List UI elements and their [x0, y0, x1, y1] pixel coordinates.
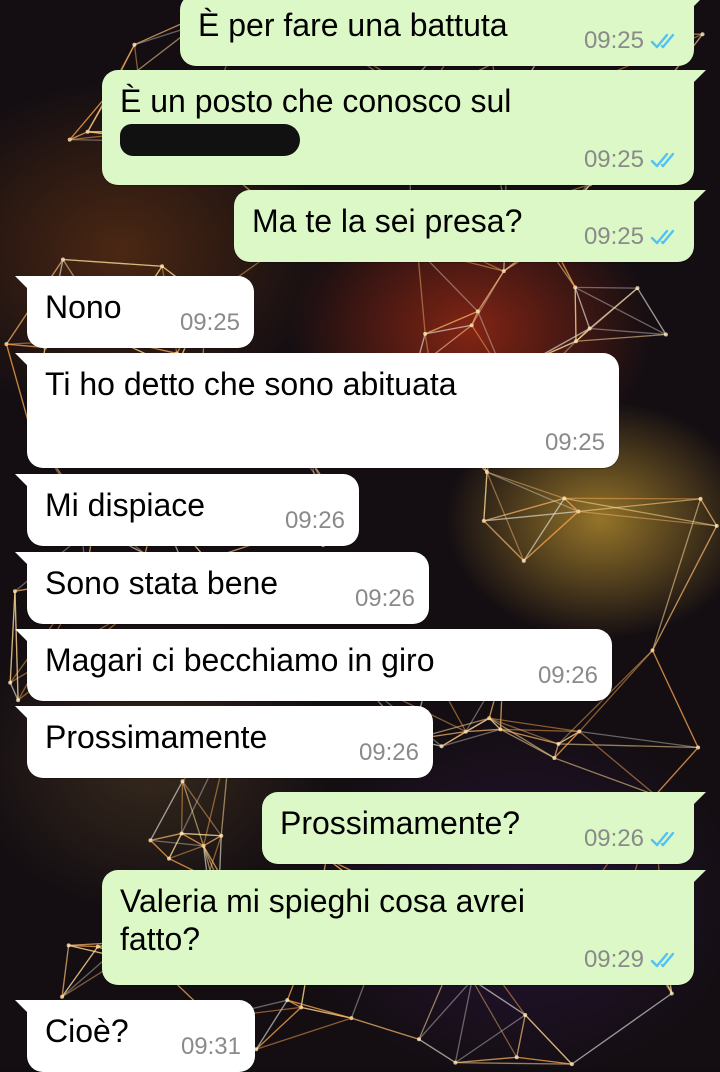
message-text: Ma te la sei presa? — [252, 203, 522, 239]
double-check-icon — [650, 228, 680, 246]
message-meta: 09:26 — [538, 657, 598, 695]
message-meta: 09:26 — [584, 820, 680, 858]
message-bubble-incoming[interactable]: Mi dispiace 09:26 — [27, 474, 359, 546]
message-bubble-outgoing[interactable]: È un posto che conosco sul 09:25 — [102, 70, 694, 185]
message-meta: 09:25 — [584, 141, 680, 179]
redaction-mark — [120, 124, 300, 156]
message-meta: 09:25 — [545, 424, 605, 462]
message-bubble-incoming[interactable]: Ti ho detto che sono abituata 09:25 — [27, 353, 619, 468]
message-text: Valeria mi spieghi cosa avrei fatto? — [120, 882, 560, 958]
message-meta: 09:26 — [359, 734, 419, 772]
message-text: Mi dispiace — [45, 487, 205, 523]
message-time: 09:25 — [584, 22, 644, 60]
message-time: 09:26 — [538, 657, 598, 695]
message-bubble-incoming[interactable]: Prossimamente 09:26 — [27, 706, 433, 778]
message-time: 09:26 — [359, 734, 419, 772]
message-time: 09:29 — [584, 941, 644, 979]
message-time: 09:25 — [584, 141, 644, 179]
message-bubble-outgoing[interactable]: Ma te la sei presa? 09:25 — [234, 190, 694, 262]
message-time: 09:26 — [285, 502, 345, 540]
message-text: Magari ci becchiamo in giro — [45, 642, 435, 678]
message-text: Cioè? — [45, 1013, 129, 1049]
message-text: Sono stata bene — [45, 565, 278, 601]
message-meta: 09:25 — [584, 22, 680, 60]
message-bubble-incoming[interactable]: Nono 09:25 — [27, 276, 254, 348]
message-time: 09:25 — [180, 304, 240, 342]
message-text: Nono — [45, 289, 122, 325]
double-check-icon — [650, 830, 680, 848]
message-text: Prossimamente? — [280, 805, 520, 841]
message-time: 09:25 — [545, 424, 605, 462]
double-check-icon — [650, 32, 680, 50]
double-check-icon — [650, 151, 680, 169]
message-bubble-incoming[interactable]: Magari ci becchiamo in giro 09:26 — [27, 629, 612, 701]
message-bubble-incoming[interactable]: Sono stata bene 09:26 — [27, 552, 429, 624]
message-time: 09:26 — [584, 820, 644, 858]
message-text: Prossimamente — [45, 719, 267, 755]
message-meta: 09:26 — [285, 502, 345, 540]
message-meta: 09:29 — [584, 941, 680, 979]
message-bubble-outgoing[interactable]: Valeria mi spieghi cosa avrei fatto? 09:… — [102, 870, 694, 985]
message-meta: 09:25 — [584, 218, 680, 256]
message-meta: 09:31 — [181, 1028, 241, 1066]
message-meta: 09:26 — [355, 580, 415, 618]
message-meta: 09:25 — [180, 304, 240, 342]
message-bubble-incoming[interactable]: Cioè? 09:31 — [27, 1000, 255, 1072]
message-bubble-outgoing[interactable]: Prossimamente? 09:26 — [262, 792, 694, 864]
message-time: 09:25 — [584, 218, 644, 256]
message-time: 09:26 — [355, 580, 415, 618]
message-bubble-outgoing[interactable]: È per fare una battuta 09:25 — [180, 0, 694, 66]
message-time: 09:31 — [181, 1028, 241, 1066]
message-text: Ti ho detto che sono abituata — [45, 366, 457, 402]
message-text: È per fare una battuta — [198, 7, 508, 43]
message-text: È un posto che conosco sul — [120, 83, 511, 119]
double-check-icon — [650, 951, 680, 969]
